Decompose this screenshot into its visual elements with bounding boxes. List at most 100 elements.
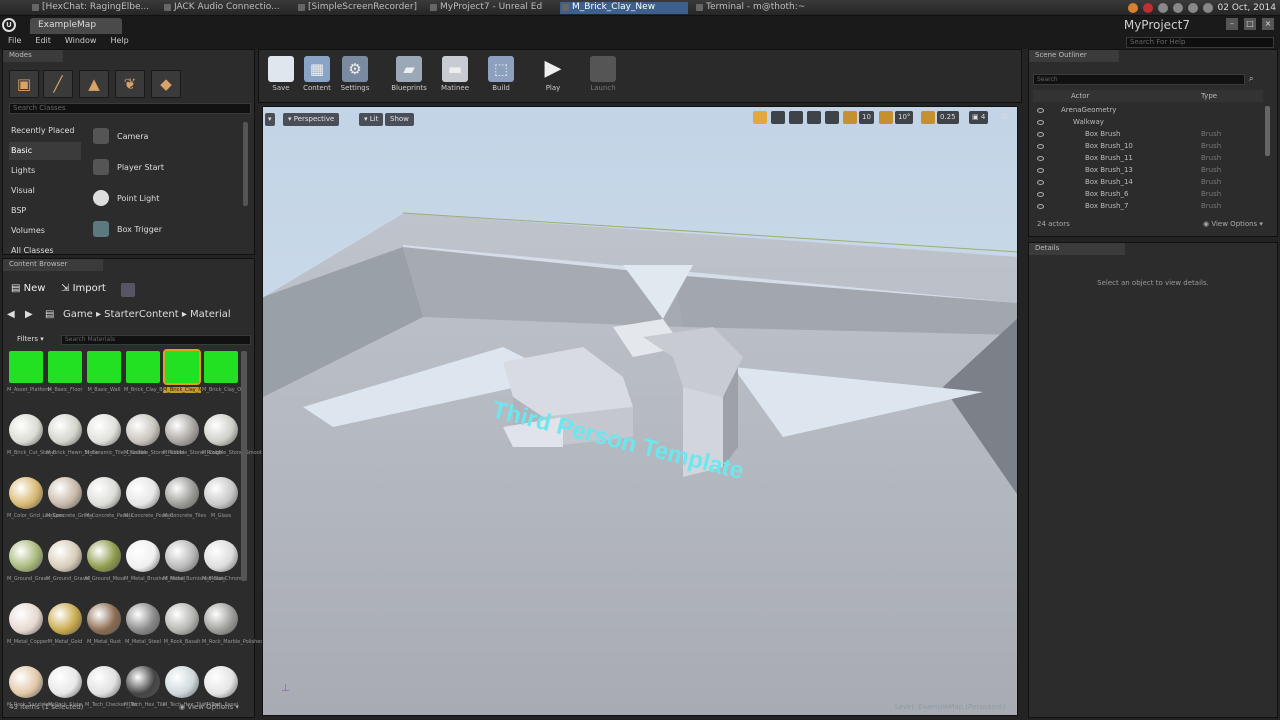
help-search-input[interactable]: Search For Help bbox=[1126, 37, 1274, 48]
col-actor[interactable]: Actor bbox=[1071, 92, 1089, 100]
material-thumbnail[interactable] bbox=[48, 414, 82, 446]
world-local-icon[interactable] bbox=[807, 111, 821, 124]
material-thumbnail[interactable] bbox=[87, 351, 121, 383]
material-thumbnail[interactable] bbox=[9, 540, 43, 572]
class-item-point-light[interactable]: Point Light bbox=[89, 186, 241, 212]
class-item-camera[interactable]: Camera bbox=[89, 124, 241, 150]
save-button[interactable]: Save bbox=[263, 54, 299, 98]
category-volumes[interactable]: Volumes bbox=[9, 222, 81, 240]
material-thumbnail[interactable] bbox=[126, 477, 160, 509]
taskbar-item[interactable]: [HexChat: RagingElbe... bbox=[30, 2, 158, 14]
show-button[interactable]: Show bbox=[385, 113, 414, 126]
foliage-mode-icon[interactable]: ❦ bbox=[115, 70, 145, 98]
material-thumbnail[interactable] bbox=[126, 540, 160, 572]
outliner-scrollbar[interactable] bbox=[1265, 106, 1270, 156]
taskbar-item[interactable]: MyProject7 - Unreal Ed bbox=[428, 2, 548, 14]
blueprints-button[interactable]: ▰ Blueprints bbox=[387, 54, 431, 98]
material-thumbnail[interactable] bbox=[87, 414, 121, 446]
volume-icon[interactable] bbox=[1172, 3, 1183, 13]
material-thumbnail[interactable] bbox=[87, 603, 121, 635]
viewport-options-button[interactable]: ▾ bbox=[265, 113, 275, 126]
build-button[interactable]: ⬚ Build bbox=[483, 54, 519, 98]
outliner-row[interactable]: Box Brush_13 Brush bbox=[1035, 165, 1261, 177]
material-thumbnail[interactable] bbox=[204, 666, 238, 698]
keyboard-icon[interactable] bbox=[1187, 3, 1198, 13]
visibility-eye-icon[interactable] bbox=[1037, 108, 1044, 113]
menu-file[interactable]: File bbox=[8, 36, 21, 49]
translate-icon[interactable] bbox=[753, 111, 767, 124]
visibility-eye-icon[interactable] bbox=[1037, 204, 1044, 209]
outliner-row[interactable]: ArenaGeometry bbox=[1035, 105, 1261, 117]
material-thumbnail[interactable] bbox=[126, 603, 160, 635]
outliner-row[interactable]: Box Brush Brush bbox=[1035, 129, 1261, 141]
class-item-box-trigger[interactable]: Box Trigger bbox=[89, 217, 241, 243]
breadcrumb-game[interactable]: Game bbox=[63, 309, 93, 320]
classes-search-input[interactable]: Search Classes bbox=[9, 103, 251, 114]
category-all-classes[interactable]: All Classes bbox=[9, 242, 81, 256]
visibility-eye-icon[interactable] bbox=[1037, 192, 1044, 197]
menu-edit[interactable]: Edit bbox=[35, 36, 51, 49]
modes-tab[interactable]: Modes bbox=[3, 50, 63, 62]
forward-arrow-icon[interactable]: ▶ bbox=[25, 309, 33, 320]
material-thumbnail[interactable] bbox=[87, 540, 121, 572]
menu-window[interactable]: Window bbox=[65, 36, 97, 49]
class-item-player-start[interactable]: Player Start bbox=[89, 155, 241, 181]
material-thumbnail[interactable] bbox=[165, 603, 199, 635]
category-recently-placed[interactable]: Recently Placed bbox=[9, 122, 81, 140]
material-thumbnail[interactable] bbox=[163, 349, 201, 385]
material-thumbnail[interactable] bbox=[9, 414, 43, 446]
import-button[interactable]: ⇲ Import bbox=[59, 281, 115, 299]
category-lights[interactable]: Lights bbox=[9, 162, 81, 180]
material-thumbnail[interactable] bbox=[87, 666, 121, 698]
content-button[interactable]: ▦ Content bbox=[299, 54, 335, 98]
outliner-row[interactable]: Box Brush_6 Brush bbox=[1035, 189, 1261, 201]
material-thumbnail[interactable] bbox=[165, 666, 199, 698]
category-bsp[interactable]: BSP bbox=[9, 202, 81, 220]
save-all-icon[interactable] bbox=[121, 283, 135, 297]
outliner-row[interactable]: Box Brush_10 Brush bbox=[1035, 141, 1261, 153]
breadcrumb-material[interactable]: Material bbox=[190, 309, 231, 320]
material-thumbnail[interactable] bbox=[9, 477, 43, 509]
material-thumbnail[interactable] bbox=[48, 603, 82, 635]
battery-icon[interactable] bbox=[1202, 3, 1213, 13]
material-thumbnail[interactable] bbox=[204, 351, 238, 383]
classes-scrollbar[interactable] bbox=[243, 122, 248, 206]
scene-outliner-tab[interactable]: Scene Outliner bbox=[1029, 50, 1119, 62]
menu-help[interactable]: Help bbox=[110, 36, 128, 49]
taskbar-item[interactable]: [SimpleScreenRecorder] bbox=[296, 2, 420, 14]
col-type[interactable]: Type bbox=[1201, 92, 1217, 100]
clock[interactable]: 02 Oct, 2014 bbox=[1218, 3, 1277, 13]
rotate-icon[interactable] bbox=[771, 111, 785, 124]
scale-icon[interactable] bbox=[789, 111, 803, 124]
outliner-row[interactable]: Box Brush_14 Brush bbox=[1035, 177, 1261, 189]
outliner-search-input[interactable]: Search bbox=[1033, 74, 1245, 85]
level-tab[interactable]: ExampleMap bbox=[30, 18, 122, 34]
visibility-eye-icon[interactable] bbox=[1037, 144, 1044, 149]
material-thumbnail[interactable] bbox=[9, 603, 43, 635]
settings-button[interactable]: ⚙ Settings bbox=[337, 54, 373, 98]
details-tab[interactable]: Details bbox=[1029, 243, 1125, 255]
back-arrow-icon[interactable]: ◀ bbox=[7, 309, 15, 320]
record-icon[interactable] bbox=[1142, 3, 1153, 13]
visibility-eye-icon[interactable] bbox=[1037, 168, 1044, 173]
material-thumbnail[interactable] bbox=[9, 351, 43, 383]
material-thumbnail[interactable] bbox=[87, 477, 121, 509]
rotation-snap-icon[interactable] bbox=[879, 111, 893, 124]
surface-snap-icon[interactable] bbox=[825, 111, 839, 124]
paint-mode-icon[interactable]: ╱ bbox=[43, 70, 73, 98]
folder-tree-icon[interactable]: ▤ bbox=[45, 309, 54, 320]
visibility-eye-icon[interactable] bbox=[1037, 120, 1044, 125]
level-viewport[interactable]: Third Person Template ▾ ▾ Perspective ▾ … bbox=[262, 106, 1018, 716]
category-visual[interactable]: Visual bbox=[9, 182, 81, 200]
geometry-mode-icon[interactable]: ◆ bbox=[151, 70, 181, 98]
material-thumbnail[interactable] bbox=[48, 666, 82, 698]
material-thumbnail[interactable] bbox=[126, 666, 160, 698]
lit-button[interactable]: ▾ Lit bbox=[359, 113, 384, 126]
visibility-eye-icon[interactable] bbox=[1037, 156, 1044, 161]
scale-snap-icon[interactable] bbox=[921, 111, 935, 124]
view-options-button[interactable]: ◉ View Options ▾ bbox=[179, 703, 239, 711]
maximize-viewport-icon[interactable]: ⊡ bbox=[999, 111, 1013, 124]
taskbar-item[interactable]: JACK Audio Connectio... bbox=[162, 2, 280, 14]
material-thumbnail[interactable] bbox=[126, 414, 160, 446]
material-thumbnail[interactable] bbox=[204, 540, 238, 572]
